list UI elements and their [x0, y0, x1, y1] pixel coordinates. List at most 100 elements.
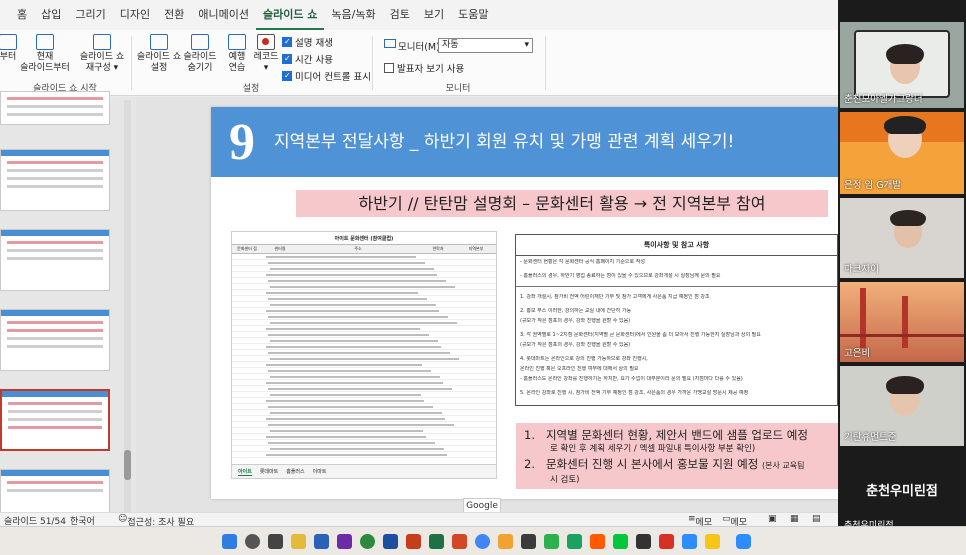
- custom-slideshow-button[interactable]: 슬라이드 쇼 재구성 ▾: [76, 34, 128, 74]
- rehearse-timings-button[interactable]: 예행 연습: [224, 34, 250, 74]
- task-view-icon[interactable]: [268, 534, 283, 549]
- sheet-tab[interactable]: 롯데마트: [260, 468, 278, 475]
- slide-canvas[interactable]: 9 지역본부 전달사항 _ 하반기 회원 유치 및 가맹 관련 계획 세우기! …: [211, 107, 838, 499]
- sheet-cell-text: [266, 417, 445, 420]
- slide-sorter-icon[interactable]: ▦: [790, 514, 799, 524]
- slide-thumbnail-selected[interactable]: [0, 389, 110, 451]
- powerpoint-icon[interactable]: [406, 534, 421, 549]
- participant-tile[interactable]: 은정 임 G개발: [840, 112, 964, 194]
- hide-slide-button[interactable]: 슬라이드 숨기기: [180, 34, 220, 74]
- word-icon[interactable]: [383, 534, 398, 549]
- avatar-hair: [886, 376, 924, 394]
- sheet-cell-text: [270, 375, 440, 378]
- ribbon-tab[interactable]: 보기: [417, 0, 451, 30]
- slide-thumbnail[interactable]: [0, 149, 110, 211]
- app-icon[interactable]: [659, 534, 674, 549]
- comments-button[interactable]: ▭ 메모: [722, 514, 747, 528]
- sheet-cell-text: [268, 423, 454, 426]
- notes-line: - 홈플러스도 온라인 강좌를 진행하기는 하지만, 요가 수업이 대부분이라 …: [520, 376, 743, 382]
- normal-view-icon[interactable]: ▣: [768, 514, 777, 524]
- google-icon[interactable]: [475, 534, 490, 549]
- action-item-2-detail: 시 검토): [550, 475, 580, 485]
- file-explorer-icon[interactable]: [291, 534, 306, 549]
- notes-line: - 문화센터 현황은 각 문화센터 공식 홈페이지 기준으로 작성: [520, 259, 645, 265]
- app-icon[interactable]: [314, 534, 329, 549]
- checkbox-checked-icon: [282, 71, 292, 81]
- app-icon[interactable]: [544, 534, 559, 549]
- sheet-cell-text: [268, 261, 425, 264]
- excel-icon[interactable]: [429, 534, 444, 549]
- reading-view-icon[interactable]: ▤: [812, 514, 821, 524]
- action-item-1: 1. 지역별 문화센터 현황, 제안서 밴드에 샘플 업로드 예정: [524, 428, 808, 442]
- sheet-cell-text: [266, 453, 447, 456]
- sheet-cell-text: [268, 441, 435, 444]
- ribbon-tab[interactable]: 전환: [157, 0, 191, 30]
- thumbnail-scrollbar[interactable]: [124, 100, 131, 512]
- slideshow-icon: [0, 34, 17, 50]
- sheet-cell-text: [266, 399, 424, 402]
- sheet-cell-text: [270, 393, 421, 396]
- participant-tile[interactable]: 춘천모아엘가그랑더: [840, 22, 964, 108]
- scrollbar-thumb[interactable]: [124, 450, 131, 480]
- notes-table[interactable]: 특이사항 및 참고 사항 - 문화센터 현황은 각 문화센터 공식 홈페이지 기…: [515, 234, 838, 406]
- ribbon-tab[interactable]: 홈: [10, 0, 34, 30]
- accessibility-status[interactable]: ☺ 접근성: 조사 필요: [118, 514, 194, 528]
- app-icon[interactable]: [590, 534, 605, 549]
- group-slideshow-start: 부터 현재 슬라이드부터 슬라이드 쇼 재구성 ▾ 슬라이드 쇼 시작: [0, 30, 130, 96]
- app-icon[interactable]: [705, 534, 720, 549]
- slide-thumbnail[interactable]: [0, 91, 110, 125]
- sheet-header-cell: 센터명: [274, 246, 286, 251]
- start-icon[interactable]: [222, 534, 237, 549]
- participant-tile[interactable]: 파크자이: [840, 198, 964, 278]
- app-icon[interactable]: [613, 534, 628, 549]
- monitor-select[interactable]: 자동: [438, 38, 533, 53]
- app-icon[interactable]: [682, 534, 697, 549]
- slide-subtitle[interactable]: 하반기 // 탄탄맘 설명회 – 문화센터 활용 → 전 지역본부 참여: [296, 190, 828, 217]
- ribbon-tab[interactable]: 도움말: [451, 0, 495, 30]
- sheet-header-cell: 지역본부: [468, 246, 484, 251]
- app-icon[interactable]: [521, 534, 536, 549]
- participant-tile[interactable]: 고은비: [840, 282, 964, 362]
- sheet-cell-text: [268, 405, 433, 408]
- sheet-tab[interactable]: 이마트: [313, 468, 327, 475]
- app-icon[interactable]: [567, 534, 582, 549]
- sheet-tab[interactable]: 홈플러스: [286, 468, 304, 475]
- use-timings-checkbox[interactable]: 시간 사용: [282, 52, 333, 66]
- slide-thumbnail[interactable]: [0, 309, 110, 371]
- search-icon[interactable]: [245, 534, 260, 549]
- slide-number-badge: 9: [229, 114, 255, 171]
- from-current-slide-button[interactable]: 현재 슬라이드부터: [20, 34, 70, 74]
- zoom-icon[interactable]: [736, 534, 751, 549]
- ribbon-tab[interactable]: 삽입: [34, 0, 68, 30]
- ribbon-tab[interactable]: 검토: [383, 0, 417, 30]
- ribbon-tab[interactable]: 애니메이션: [191, 0, 256, 30]
- action-items-box[interactable]: 1. 지역별 문화센터 현황, 제안서 밴드에 샘플 업로드 예정 로 확인 후…: [516, 423, 838, 489]
- app-icon[interactable]: [337, 534, 352, 549]
- notes-button[interactable]: ≡ 메모: [688, 514, 712, 528]
- record-button[interactable]: 레코드 ▾: [252, 34, 280, 74]
- play-narrations-checkbox[interactable]: 설명 재생: [282, 35, 333, 49]
- ribbon-tab[interactable]: 디자인: [113, 0, 157, 30]
- chrome-icon[interactable]: [360, 534, 375, 549]
- presenter-view-checkbox[interactable]: 발표자 보기 사용: [384, 61, 464, 75]
- slide-title[interactable]: 지역본부 전달사항 _ 하반기 회원 유치 및 가맹 관련 계획 세우기!: [274, 127, 734, 152]
- spreadsheet-image[interactable]: 아이트 문화센터 (참여클럽) 문화센터 점 센터명 주소 연락처 지역본부 아…: [231, 231, 497, 479]
- sheet-tab[interactable]: 아이트: [238, 468, 252, 476]
- app-icon[interactable]: [636, 534, 651, 549]
- notes-divider: [516, 286, 837, 287]
- from-beginning-button[interactable]: 부터: [0, 34, 18, 63]
- notes-line: 온라인 진행 혹은 오프라인 진행 여부에 대해서 상의 필요: [520, 366, 639, 372]
- ribbon-tab[interactable]: 슬라이드 쇼: [255, 0, 325, 30]
- app-icon[interactable]: [498, 534, 513, 549]
- sheet-cell-text: [266, 381, 443, 384]
- record-icon: [257, 34, 275, 50]
- ribbon-tab[interactable]: 녹음/녹화: [324, 0, 382, 30]
- ribbon-tab[interactable]: 그리기: [68, 0, 112, 30]
- participant-name: 기탄휴먼트준: [844, 432, 897, 443]
- notes-line: 3. 각 권역별로 1~2지점 문화센터(지역별 큰 문화센터)에서 인원을 좀…: [520, 332, 761, 338]
- participant-tile[interactable]: 기탄휴먼트준: [840, 366, 964, 446]
- app-icon[interactable]: [452, 534, 467, 549]
- notes-line: 4. 롯데마트는 온라인으로 강의 진행 가능하므로 강좌 진행시,: [520, 356, 648, 362]
- slide-thumbnail[interactable]: [0, 229, 110, 291]
- setup-slideshow-button[interactable]: 슬라이드 쇼 설정: [136, 34, 182, 74]
